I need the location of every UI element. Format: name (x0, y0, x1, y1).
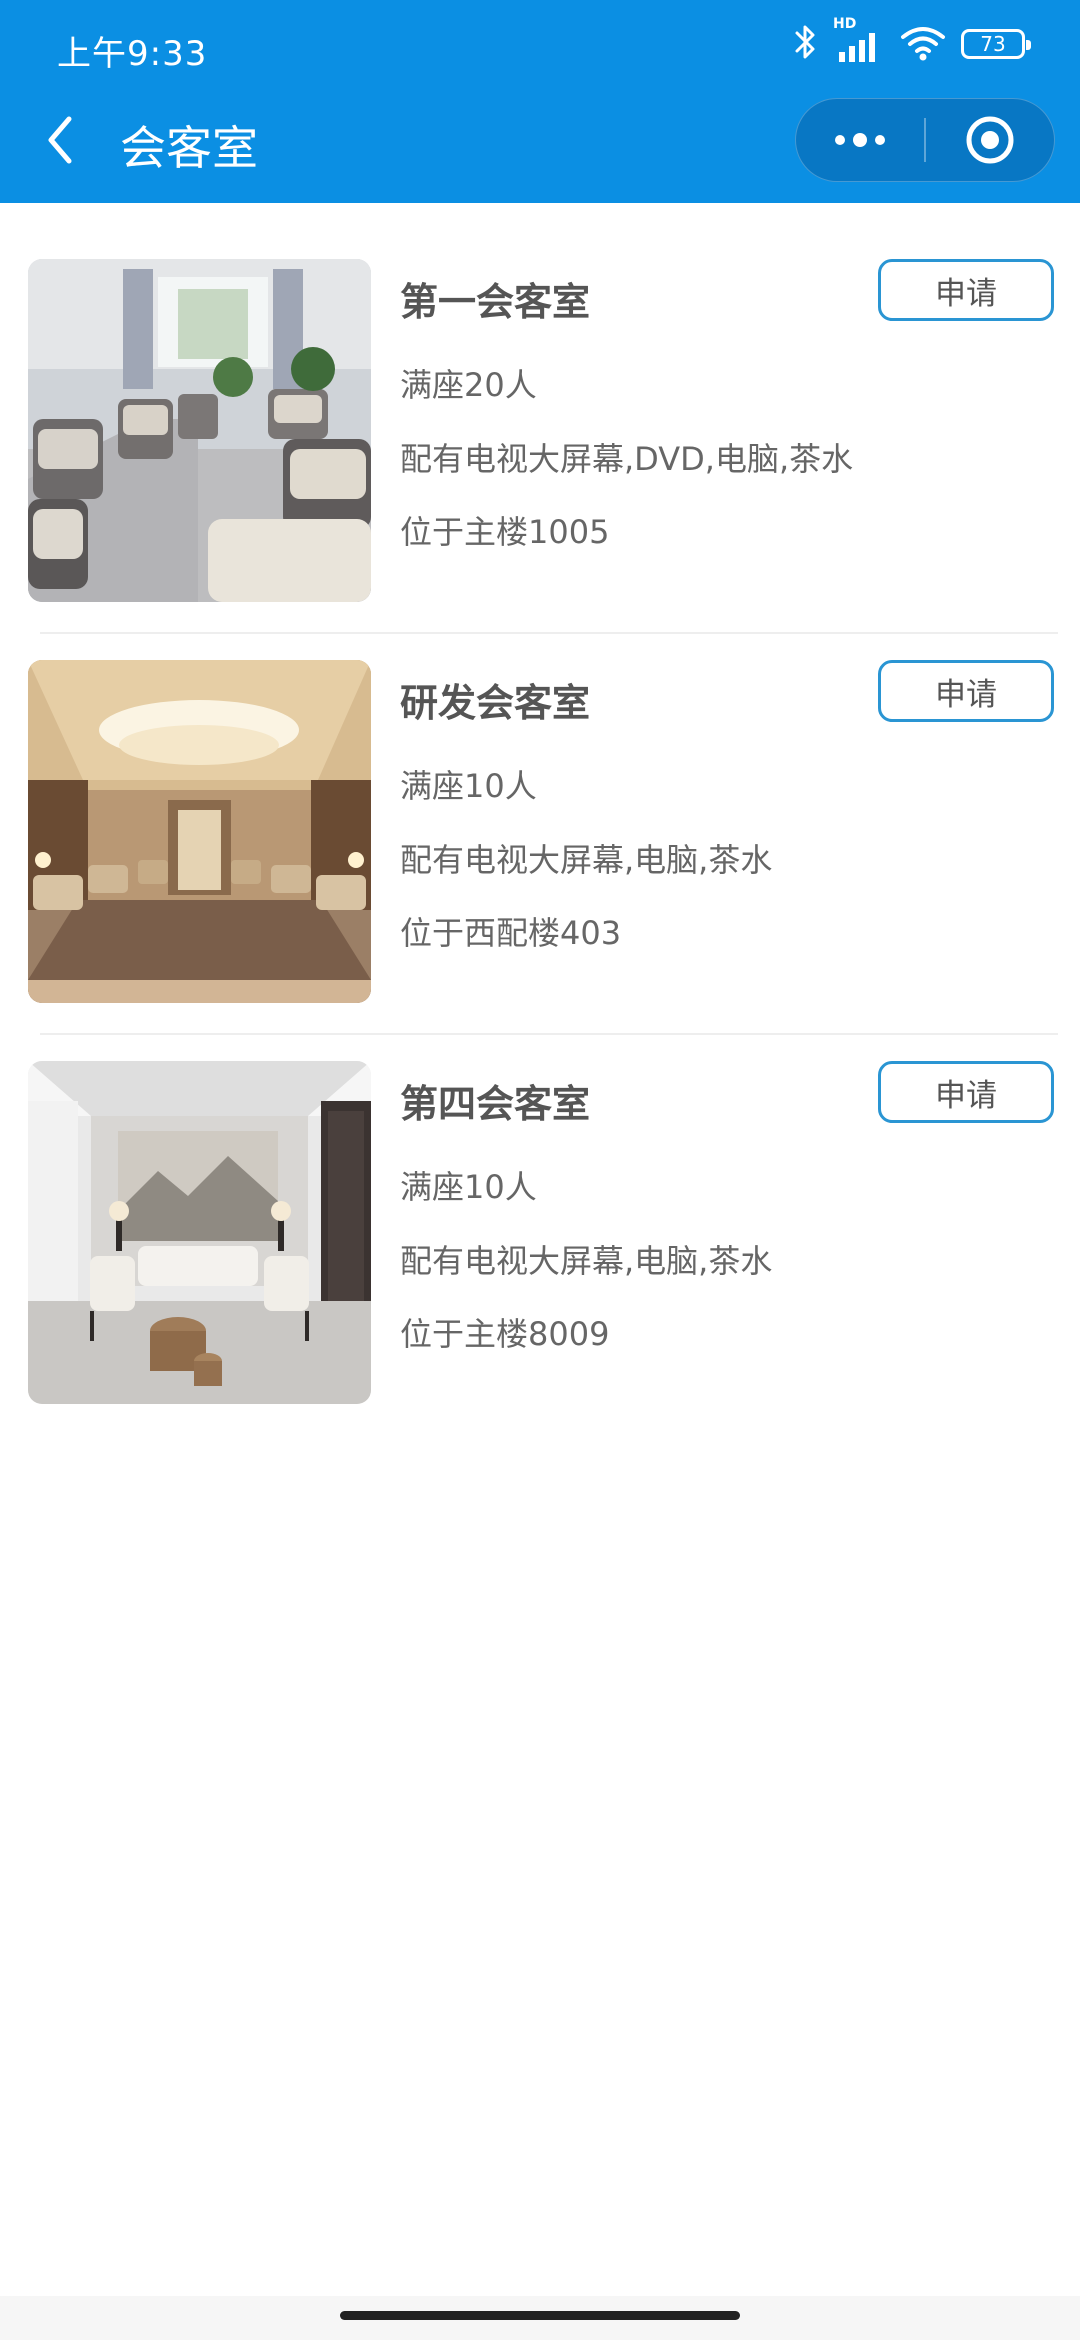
room-card[interactable]: 第四会客室 申请 满座10人 配有电视大屏幕,电脑,茶水 位于主楼8009 (0, 1005, 1080, 1407)
page-title: 会客室 (120, 121, 258, 175)
apply-button[interactable]: 申请 (878, 259, 1054, 321)
room-location: 位于主楼8009 (400, 1315, 610, 1353)
room-equipment: 配有电视大屏幕,电脑,茶水 (400, 1242, 773, 1280)
home-bar-area (0, 2296, 1080, 2340)
room-photo (28, 259, 371, 602)
close-button[interactable] (926, 98, 1054, 182)
room-card[interactable]: 研发会客室 申请 满座10人 配有电视大屏幕,电脑,茶水 位于西配楼403 (0, 604, 1080, 1006)
battery-level: 73 (980, 32, 1006, 56)
battery-icon: 73 (961, 29, 1031, 59)
room-photo (28, 660, 371, 1003)
room-capacity: 满座10人 (400, 767, 537, 805)
room-name: 第四会客室 (400, 1082, 591, 1126)
status-time: 上午9:33 (57, 34, 208, 74)
network-type-label: HD (833, 16, 857, 32)
room-location: 位于主楼1005 (400, 513, 610, 551)
more-button[interactable] (796, 98, 924, 182)
bluetooth-icon (793, 22, 819, 66)
back-button[interactable] (40, 110, 80, 170)
room-name: 研发会客室 (400, 681, 591, 725)
room-name: 第一会客室 (400, 280, 591, 324)
apply-button[interactable]: 申请 (878, 1061, 1054, 1123)
room-capacity: 满座10人 (400, 1168, 537, 1206)
room-card[interactable]: 第一会客室 申请 满座20人 配有电视大屏幕,DVD,电脑,茶水 位于主楼100… (0, 203, 1080, 605)
home-indicator[interactable] (340, 2311, 740, 2320)
status-icons: HD 73 (793, 16, 1031, 66)
top-bar: 上午9:33 HD 73 会客室 (0, 0, 1080, 203)
room-location: 位于西配楼403 (400, 914, 622, 952)
room-equipment: 配有电视大屏幕,电脑,茶水 (400, 841, 773, 879)
room-capacity: 满座20人 (400, 366, 537, 404)
room-equipment: 配有电视大屏幕,DVD,电脑,茶水 (400, 440, 854, 478)
miniprogram-capsule (795, 98, 1055, 182)
apply-button[interactable]: 申请 (878, 660, 1054, 722)
wifi-icon (899, 22, 947, 66)
signal-icon: HD (833, 16, 885, 64)
more-dots-icon (835, 133, 885, 147)
close-target-icon (966, 116, 1014, 164)
chevron-left-icon (48, 116, 72, 164)
room-photo (28, 1061, 371, 1404)
